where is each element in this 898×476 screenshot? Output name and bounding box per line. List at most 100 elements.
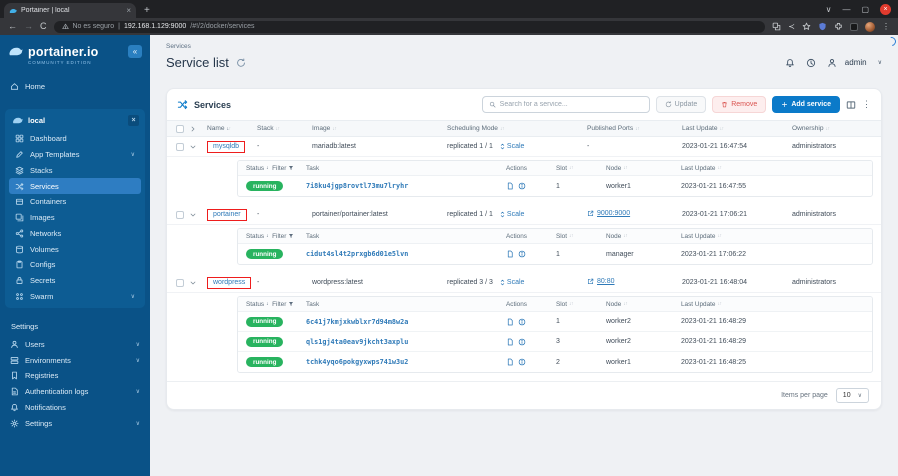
task-logs-icon[interactable]: [506, 318, 514, 326]
forward-icon[interactable]: →: [24, 22, 33, 31]
task-column-slot[interactable]: Slot ↓ ↑: [556, 301, 606, 308]
task-column-node[interactable]: Node ↓ ↑: [606, 233, 681, 240]
notifications-bell-icon[interactable]: [785, 58, 795, 68]
select-all-checkbox[interactable]: [176, 124, 184, 133]
user-icon[interactable]: [827, 58, 837, 68]
extension-dark-icon[interactable]: [850, 22, 858, 31]
browser-menu-icon[interactable]: ⋮: [882, 22, 890, 31]
window-menu-icon[interactable]: ∨: [826, 5, 832, 14]
task-column-status[interactable]: Status: [246, 233, 264, 240]
extensions-puzzle-icon[interactable]: [834, 22, 843, 31]
collapse-service-chevron-icon[interactable]: [189, 211, 197, 219]
task-column-status[interactable]: Status: [246, 301, 264, 308]
sidebar-item-services[interactable]: Services ∨: [9, 178, 141, 194]
published-port-link[interactable]: 9000:9000: [587, 210, 630, 217]
collapse-service-chevron-icon[interactable]: [189, 279, 197, 287]
update-button[interactable]: Update: [655, 96, 707, 113]
sidebar-item-stacks[interactable]: Stacks ∨: [9, 162, 141, 178]
column-header-name[interactable]: Name ↓ ↑: [207, 125, 257, 132]
task-logs-icon[interactable]: [506, 358, 514, 366]
items-per-page-select[interactable]: 10 ∨: [835, 388, 869, 403]
sidebar-item-authentication-logs[interactable]: Authentication logs ∨: [4, 384, 146, 400]
sidebar-item-users[interactable]: Users ∨: [4, 336, 146, 352]
column-header-published-ports[interactable]: Published Ports ↓ ↑: [587, 125, 682, 132]
tab-close-icon[interactable]: ×: [126, 6, 131, 15]
service-checkbox[interactable]: [176, 278, 184, 287]
sidebar-collapse-button[interactable]: «: [128, 45, 142, 58]
service-checkbox[interactable]: [176, 142, 184, 151]
window-minimize-icon[interactable]: —: [842, 5, 850, 14]
reload-icon[interactable]: C: [40, 22, 47, 31]
task-logs-icon[interactable]: [506, 250, 514, 258]
sidebar-item-volumes[interactable]: Volumes ∨: [9, 241, 141, 257]
window-restore-icon[interactable]: ▢: [861, 5, 869, 14]
task-column-status[interactable]: Status: [246, 165, 264, 172]
table-menu-icon[interactable]: ⋮: [862, 99, 871, 110]
sidebar-item-notifications[interactable]: Notifications ∨: [4, 400, 146, 416]
task-column-last-update[interactable]: Last Update ↓ ↑: [681, 301, 872, 308]
translate-icon[interactable]: [772, 22, 781, 31]
bookmark-star-icon[interactable]: [802, 22, 811, 31]
service-name-link[interactable]: wordpress: [207, 276, 252, 289]
column-header-stack[interactable]: Stack ↓ ↑: [257, 125, 312, 132]
browser-profile-avatar[interactable]: [865, 21, 875, 32]
task-column-slot[interactable]: Slot ↓ ↑: [556, 165, 606, 172]
service-name-link[interactable]: portainer: [207, 208, 247, 221]
sidebar-item-app-templates[interactable]: App Templates ∨: [9, 147, 141, 163]
scale-link[interactable]: Scale: [499, 143, 524, 150]
task-inspect-icon[interactable]: [518, 318, 526, 326]
window-close-icon[interactable]: ×: [880, 3, 891, 15]
sidebar-item-images[interactable]: Images ∨: [9, 210, 141, 226]
filter-funnel-icon[interactable]: [288, 233, 294, 239]
task-logs-icon[interactable]: [506, 338, 514, 346]
user-menu-chevron-icon[interactable]: ∨: [878, 59, 882, 66]
task-column-last-update[interactable]: Last Update ↓ ↑: [681, 233, 872, 240]
sidebar-item-dashboard[interactable]: Dashboard ∨: [9, 131, 141, 147]
column-header-image[interactable]: Image ↓ ↑: [312, 125, 447, 132]
task-id-link[interactable]: 6c41j7kmjxkwblxr7d94m8w2a: [306, 318, 408, 326]
adblock-shield-icon[interactable]: [818, 22, 827, 31]
column-header-scheduling-mode[interactable]: Scheduling Mode ↓ ↑: [447, 125, 587, 132]
search-input[interactable]: [499, 101, 643, 108]
expand-all-chevron-icon[interactable]: [189, 125, 197, 133]
column-header-ownership[interactable]: Ownership ↓ ↑: [792, 125, 881, 132]
sidebar-item-registries[interactable]: Registries ∨: [4, 368, 146, 384]
task-id-link[interactable]: cidut4sl4t2prxgb6d01e5lvn: [306, 250, 408, 258]
task-id-link[interactable]: 7i8ku4jgp8rovtl73mu7lryhr: [306, 182, 408, 190]
user-menu-label[interactable]: admin: [845, 58, 867, 67]
task-inspect-icon[interactable]: [518, 338, 526, 346]
task-id-link[interactable]: tchk4yqo6pokgyxwps741w3u2: [306, 358, 408, 366]
task-column-node[interactable]: Node ↓ ↑: [606, 165, 681, 172]
sidebar-item-containers[interactable]: Containers ∨: [9, 194, 141, 210]
task-column-slot[interactable]: Slot ↓ ↑: [556, 233, 606, 240]
task-id-link[interactable]: qls1gj4ta0eav9jkcht3axplu: [306, 338, 408, 346]
scale-link[interactable]: Scale: [499, 279, 524, 286]
sidebar-item-swarm[interactable]: Swarm ∨: [9, 289, 141, 305]
filter-funnel-icon[interactable]: [288, 301, 294, 307]
columns-settings-icon[interactable]: [846, 100, 856, 110]
service-name-link[interactable]: mysqldb: [207, 140, 246, 153]
task-inspect-icon[interactable]: [518, 182, 526, 190]
address-bar[interactable]: No es seguro | 192.168.1.129:9000/#!/2/d…: [53, 20, 766, 33]
sidebar-item-secrets[interactable]: Secrets ∨: [9, 273, 141, 289]
sidebar-item-environments[interactable]: Environments ∨: [4, 352, 146, 368]
column-header-last-update[interactable]: Last Update ↓ ↑: [682, 125, 792, 132]
scale-link[interactable]: Scale: [499, 211, 524, 218]
sidebar-item-settings[interactable]: Settings ∨: [4, 415, 146, 431]
task-column-filter[interactable]: Filter: [272, 165, 286, 172]
task-column-last-update[interactable]: Last Update ↓ ↑: [681, 165, 872, 172]
task-column-filter[interactable]: Filter: [272, 301, 286, 308]
filter-funnel-icon[interactable]: [288, 165, 294, 171]
remove-button[interactable]: Remove: [712, 96, 767, 113]
breadcrumb[interactable]: Services: [166, 43, 882, 50]
back-icon[interactable]: ←: [8, 22, 17, 31]
sidebar-item-networks[interactable]: Networks ∨: [9, 225, 141, 241]
new-tab-button[interactable]: +: [144, 5, 150, 16]
task-logs-icon[interactable]: [506, 182, 514, 190]
published-port-link[interactable]: 80:80: [587, 278, 615, 285]
share-icon[interactable]: ≺: [788, 22, 795, 31]
service-checkbox[interactable]: [176, 210, 184, 219]
add-service-button[interactable]: Add service: [772, 96, 840, 113]
task-column-node[interactable]: Node ↓ ↑: [606, 301, 681, 308]
service-search[interactable]: [481, 96, 650, 113]
